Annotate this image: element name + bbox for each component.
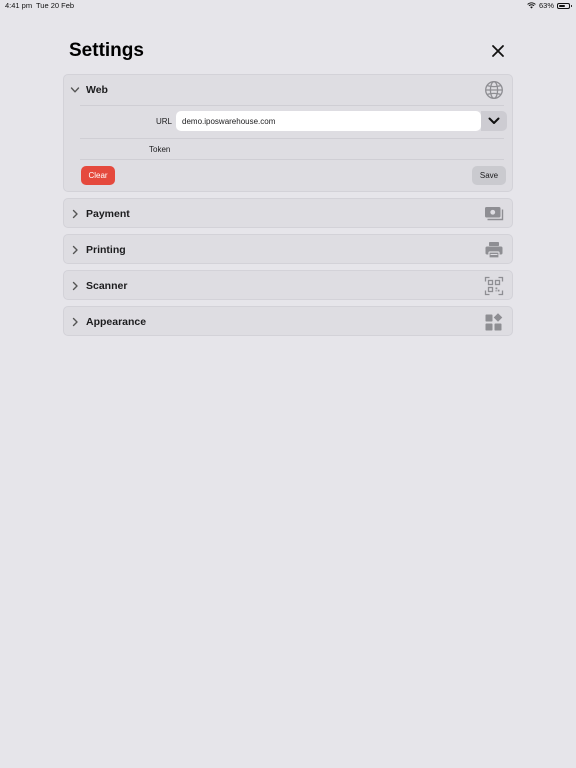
chevron-down-icon xyxy=(488,117,500,124)
printer-icon xyxy=(485,242,503,259)
section-appearance[interactable]: Appearance xyxy=(63,306,513,336)
status-time: 4:41 pm xyxy=(5,1,33,10)
section-appearance-title: Appearance xyxy=(86,316,147,328)
section-scanner-title: Scanner xyxy=(86,280,128,292)
section-appearance-header[interactable]: Appearance xyxy=(64,307,512,337)
chevron-right-icon xyxy=(72,245,78,255)
save-button[interactable]: Save xyxy=(472,166,506,185)
url-label: URL xyxy=(156,117,173,126)
status-bar: 4:41 pm Tue 20 Feb 63% xyxy=(0,0,576,12)
widgets-icon xyxy=(485,313,503,331)
token-label: Token xyxy=(149,145,171,154)
section-web: Web URL Token Clear Save xyxy=(63,74,513,192)
section-payment[interactable]: Payment xyxy=(63,198,513,228)
token-input[interactable] xyxy=(176,142,510,160)
section-printing[interactable]: Printing xyxy=(63,234,513,264)
url-input[interactable] xyxy=(176,111,481,131)
status-right: 63% xyxy=(527,1,572,10)
divider xyxy=(80,105,504,106)
section-web-title: Web xyxy=(86,84,108,96)
status-date: Tue 20 Feb xyxy=(36,1,75,10)
wifi-icon xyxy=(527,2,536,9)
page-title: Settings xyxy=(69,40,144,61)
section-scanner-header[interactable]: Scanner xyxy=(64,271,512,301)
chevron-down-icon xyxy=(70,87,80,93)
section-printing-header[interactable]: Printing xyxy=(64,235,512,265)
globe-icon xyxy=(485,81,503,99)
close-icon xyxy=(492,45,504,57)
divider xyxy=(80,159,504,160)
battery-fill xyxy=(559,4,565,7)
chevron-right-icon xyxy=(72,317,78,327)
section-printing-title: Printing xyxy=(86,244,126,256)
url-dropdown-button[interactable] xyxy=(481,111,507,131)
section-payment-header[interactable]: Payment xyxy=(64,199,512,229)
battery-percent: 63% xyxy=(538,1,554,10)
cash-icon xyxy=(485,207,504,221)
chevron-right-icon xyxy=(72,281,78,291)
section-web-header[interactable]: Web xyxy=(64,75,512,105)
close-button[interactable] xyxy=(488,41,508,61)
section-payment-title: Payment xyxy=(86,208,130,220)
clear-button[interactable]: Clear xyxy=(81,166,115,185)
chevron-right-icon xyxy=(72,209,78,219)
battery-icon xyxy=(557,2,572,9)
divider xyxy=(80,138,504,139)
qr-scan-icon xyxy=(484,276,504,296)
section-scanner[interactable]: Scanner xyxy=(63,270,513,300)
